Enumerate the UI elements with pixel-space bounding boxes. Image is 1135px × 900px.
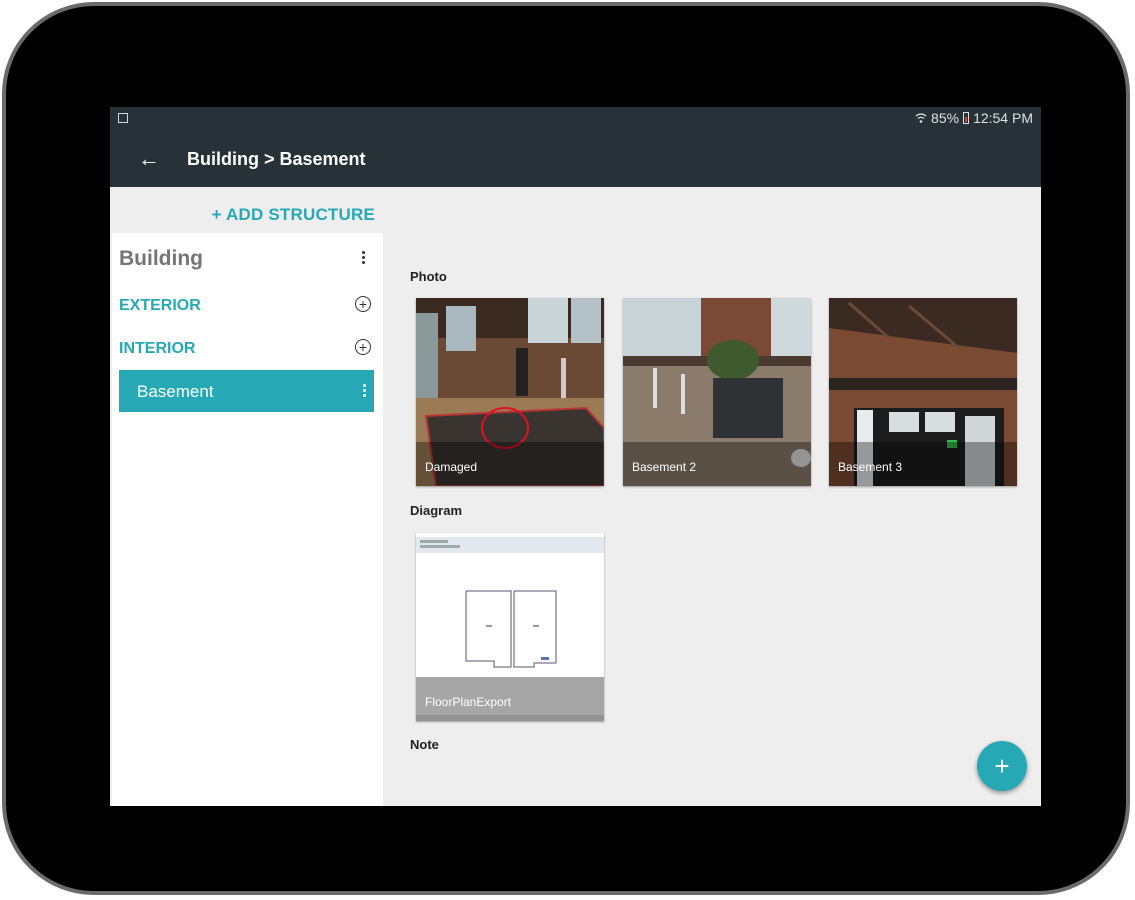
battery-percent: 85% [931, 110, 960, 126]
add-exterior-icon[interactable]: + [355, 296, 371, 312]
photo-thumbnail[interactable]: Basement 2 [623, 298, 811, 486]
status-bar: 85% 12:54 PM [110, 107, 1041, 131]
clock: 12:54 PM [973, 110, 1033, 126]
photo-caption: Damaged [425, 460, 478, 474]
battery-icon [963, 112, 970, 124]
structure-tree: Building EXTERIOR + INTERIOR + Basement [112, 233, 383, 806]
diagram-caption: FloorPlanExport [425, 695, 512, 709]
photo-caption: Basement 2 [632, 460, 697, 474]
section-exterior[interactable]: EXTERIOR [119, 297, 201, 315]
note-section-title: Note [410, 737, 439, 752]
diagram-section-title: Diagram [410, 503, 463, 518]
wifi-icon [915, 113, 927, 123]
photo-thumbnail[interactable]: Basement 3 [829, 298, 1017, 486]
add-fab-button[interactable]: + [977, 741, 1027, 791]
add-structure-button[interactable]: + ADD STRUCTURE [212, 205, 375, 225]
structure-sidebar: + ADD STRUCTURE Building EXTERIOR + INTE… [110, 187, 383, 806]
screen: 85% 12:54 PM ← Building > Basement + ADD… [110, 107, 1041, 806]
main-content: Photo Damaged Basement 2 Basement 3 Diag… [383, 187, 1041, 806]
app-bar: ← Building > Basement [110, 131, 1041, 187]
photo-section-title: Photo [410, 269, 447, 284]
photo-thumbnail[interactable]: Damaged [416, 298, 604, 486]
photo-caption: Basement 3 [838, 460, 903, 474]
sidebar-item-basement[interactable]: Basement [119, 370, 374, 412]
building-overflow-menu-icon[interactable] [362, 251, 366, 265]
section-interior[interactable]: INTERIOR [119, 340, 195, 358]
breadcrumb: Building > Basement [187, 149, 366, 169]
add-interior-icon[interactable]: + [355, 339, 371, 355]
sidebar-item-label: Basement [137, 382, 214, 401]
status-right: 85% 12:54 PM [915, 110, 1033, 126]
notification-icon [118, 113, 128, 123]
tablet-frame: 85% 12:54 PM ← Building > Basement + ADD… [2, 2, 1130, 895]
basement-overflow-menu-icon[interactable] [363, 384, 367, 398]
plus-icon: + [994, 751, 1010, 781]
back-arrow-icon[interactable]: ← [138, 147, 162, 171]
building-title: Building [119, 247, 203, 270]
diagram-thumbnail[interactable]: FloorPlanExport [416, 533, 604, 721]
